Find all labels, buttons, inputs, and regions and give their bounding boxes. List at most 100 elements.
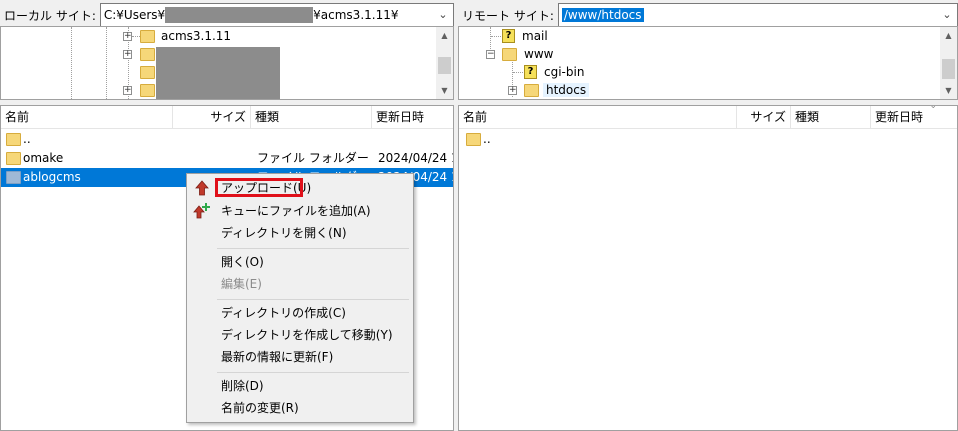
local-directory-tree[interactable]: + acms3.1.11 + + ▲ ▼ xyxy=(0,26,454,100)
menu-item-label: 削除(D) xyxy=(221,379,264,393)
menu-item-create-and-enter-directory[interactable]: ディレクトリを作成して移動(Y) xyxy=(187,324,413,346)
remote-file-list[interactable]: 名前 サイズ 種類 更新日時 ⌄ .. xyxy=(458,105,958,431)
chevron-down-icon[interactable]: ⌄ xyxy=(939,5,955,23)
remote-tree-scrollbar[interactable]: ▲ ▼ xyxy=(940,27,957,99)
list-item[interactable]: .. xyxy=(1,130,453,149)
item-name: .. xyxy=(483,132,491,146)
sort-indicator-icon: ⌄ xyxy=(929,105,937,111)
menu-item-label: 開く(O) xyxy=(221,255,264,269)
menu-item-label: ディレクトリを作成して移動(Y) xyxy=(221,328,393,342)
menu-item-refresh[interactable]: 最新の情報に更新(F) xyxy=(187,346,413,368)
menu-item-create-directory[interactable]: ディレクトリの作成(C) xyxy=(187,302,413,324)
item-type: ファイル フォルダー xyxy=(257,151,369,165)
folder-icon xyxy=(140,47,155,61)
tree-item-label: cgi-bin xyxy=(544,65,585,79)
expand-icon[interactable]: + xyxy=(508,85,517,95)
unknown-folder-icon: ? xyxy=(524,65,537,79)
menu-item-open-directory[interactable]: ディレクトリを開く(N) xyxy=(187,222,413,244)
list-item[interactable]: .. xyxy=(459,130,957,149)
menu-item-label: ディレクトリの作成(C) xyxy=(221,306,346,320)
folder-icon xyxy=(524,83,539,97)
expand-icon[interactable]: + xyxy=(123,85,132,95)
unknown-folder-icon: ? xyxy=(502,29,515,43)
tree-guide-line xyxy=(71,27,72,99)
local-path-combobox[interactable]: C:¥Users¥ ¥acms3.1.11¥ ⌄ xyxy=(99,3,454,27)
local-site-bar: ローカル サイト: C:¥Users¥ ¥acms3.1.11¥ ⌄ xyxy=(0,2,454,28)
context-menu: アップロード(U) キューにファイルを追加(A) ディレクトリを開く(N) 開く… xyxy=(186,173,414,423)
item-name: omake xyxy=(23,151,64,165)
scroll-down-icon[interactable]: ▼ xyxy=(436,82,453,99)
column-name[interactable]: 名前 xyxy=(459,106,737,128)
menu-item-upload[interactable]: アップロード(U) xyxy=(187,177,413,199)
item-modified: 2024/04/24 13 xyxy=(378,151,453,165)
column-name[interactable]: 名前 xyxy=(1,106,173,128)
folder-icon xyxy=(466,133,481,146)
tree-item-acms[interactable]: + acms3.1.11 xyxy=(123,27,231,45)
menu-separator xyxy=(217,299,409,300)
local-site-label: ローカル サイト: xyxy=(4,8,96,23)
redacted-username xyxy=(165,7,314,23)
local-list-header: 名前 サイズ 種類 更新日時 xyxy=(1,106,453,129)
tree-item-htdocs[interactable]: + htdocs xyxy=(508,81,590,99)
local-tree-scrollbar[interactable]: ▲ ▼ xyxy=(436,27,453,99)
menu-item-edit: 編集(E) xyxy=(187,273,413,295)
column-type[interactable]: 種類 xyxy=(251,106,372,128)
scroll-thumb[interactable] xyxy=(438,57,451,74)
folder-icon xyxy=(502,47,517,61)
tree-item-label: mail xyxy=(522,29,548,43)
highlight-box xyxy=(215,178,303,197)
menu-item-label: 編集(E) xyxy=(221,277,262,291)
folder-icon xyxy=(6,152,21,165)
menu-item-label: ディレクトリを開く(N) xyxy=(221,226,347,240)
item-name: ablogcms xyxy=(23,170,81,184)
remote-path-text[interactable]: /www/htdocs xyxy=(561,8,644,22)
remote-site-label: リモート サイト: xyxy=(462,8,554,23)
menu-item-delete[interactable]: 削除(D) xyxy=(187,375,413,397)
remote-directory-tree[interactable]: ? mail − www ? cgi-bin + htdocs ▲ ▼ xyxy=(458,26,958,100)
remote-list-header: 名前 サイズ 種類 更新日時 ⌄ xyxy=(459,106,957,129)
tree-item-redacted[interactable]: + xyxy=(123,45,155,63)
folder-icon xyxy=(140,65,155,79)
chevron-down-icon[interactable]: ⌄ xyxy=(435,5,451,23)
tree-item-label: acms3.1.11 xyxy=(161,29,232,43)
tree-item-www[interactable]: − www xyxy=(486,45,553,63)
menu-separator xyxy=(217,248,409,249)
column-modified[interactable]: 更新日時 xyxy=(372,106,453,128)
list-item[interactable]: omake ファイル フォルダー 2024/04/24 13 xyxy=(1,149,453,168)
folder-icon xyxy=(6,171,21,184)
tree-item-redacted[interactable]: + xyxy=(123,81,155,99)
expand-icon[interactable]: + xyxy=(123,49,132,59)
folder-icon xyxy=(6,133,21,146)
remote-path-combobox[interactable]: /www/htdocs ⌄ xyxy=(557,3,958,27)
menu-item-label: 名前の変更(R) xyxy=(221,401,299,415)
menu-item-open[interactable]: 開く(O) xyxy=(187,251,413,273)
tree-item-label: www xyxy=(524,47,554,61)
menu-separator xyxy=(217,372,409,373)
expand-icon[interactable]: + xyxy=(123,31,132,41)
menu-item-add-to-queue[interactable]: キューにファイルを追加(A) xyxy=(187,200,413,222)
scroll-thumb[interactable] xyxy=(942,59,955,79)
tree-item-redacted[interactable] xyxy=(123,63,155,81)
item-name: .. xyxy=(23,132,31,146)
remote-site-bar: リモート サイト: /www/htdocs ⌄ xyxy=(458,2,958,28)
folder-icon xyxy=(140,29,155,43)
column-size[interactable]: サイズ xyxy=(173,106,251,128)
menu-item-label: 最新の情報に更新(F) xyxy=(221,350,334,364)
tree-item-cgi-bin[interactable]: ? cgi-bin xyxy=(513,63,584,81)
tree-item-mail[interactable]: ? mail xyxy=(491,27,548,45)
collapse-icon[interactable]: − xyxy=(486,49,495,59)
column-modified[interactable]: 更新日時 xyxy=(871,106,957,128)
local-path-prefix: C:¥Users¥ xyxy=(103,8,166,22)
tree-guide-line xyxy=(106,27,107,99)
menu-item-rename[interactable]: 名前の変更(R) xyxy=(187,397,413,419)
tree-item-label: htdocs xyxy=(543,83,590,97)
folder-icon xyxy=(140,83,155,97)
column-type[interactable]: 種類 xyxy=(791,106,871,128)
redacted-folder-names xyxy=(156,47,280,99)
menu-item-label: キューにファイルを追加(A) xyxy=(221,204,371,218)
scroll-down-icon[interactable]: ▼ xyxy=(940,82,957,99)
local-path-suffix: ¥acms3.1.11¥ xyxy=(313,8,399,22)
scroll-up-icon[interactable]: ▲ xyxy=(436,27,453,44)
scroll-up-icon[interactable]: ▲ xyxy=(940,27,957,44)
column-size[interactable]: サイズ xyxy=(737,106,791,128)
